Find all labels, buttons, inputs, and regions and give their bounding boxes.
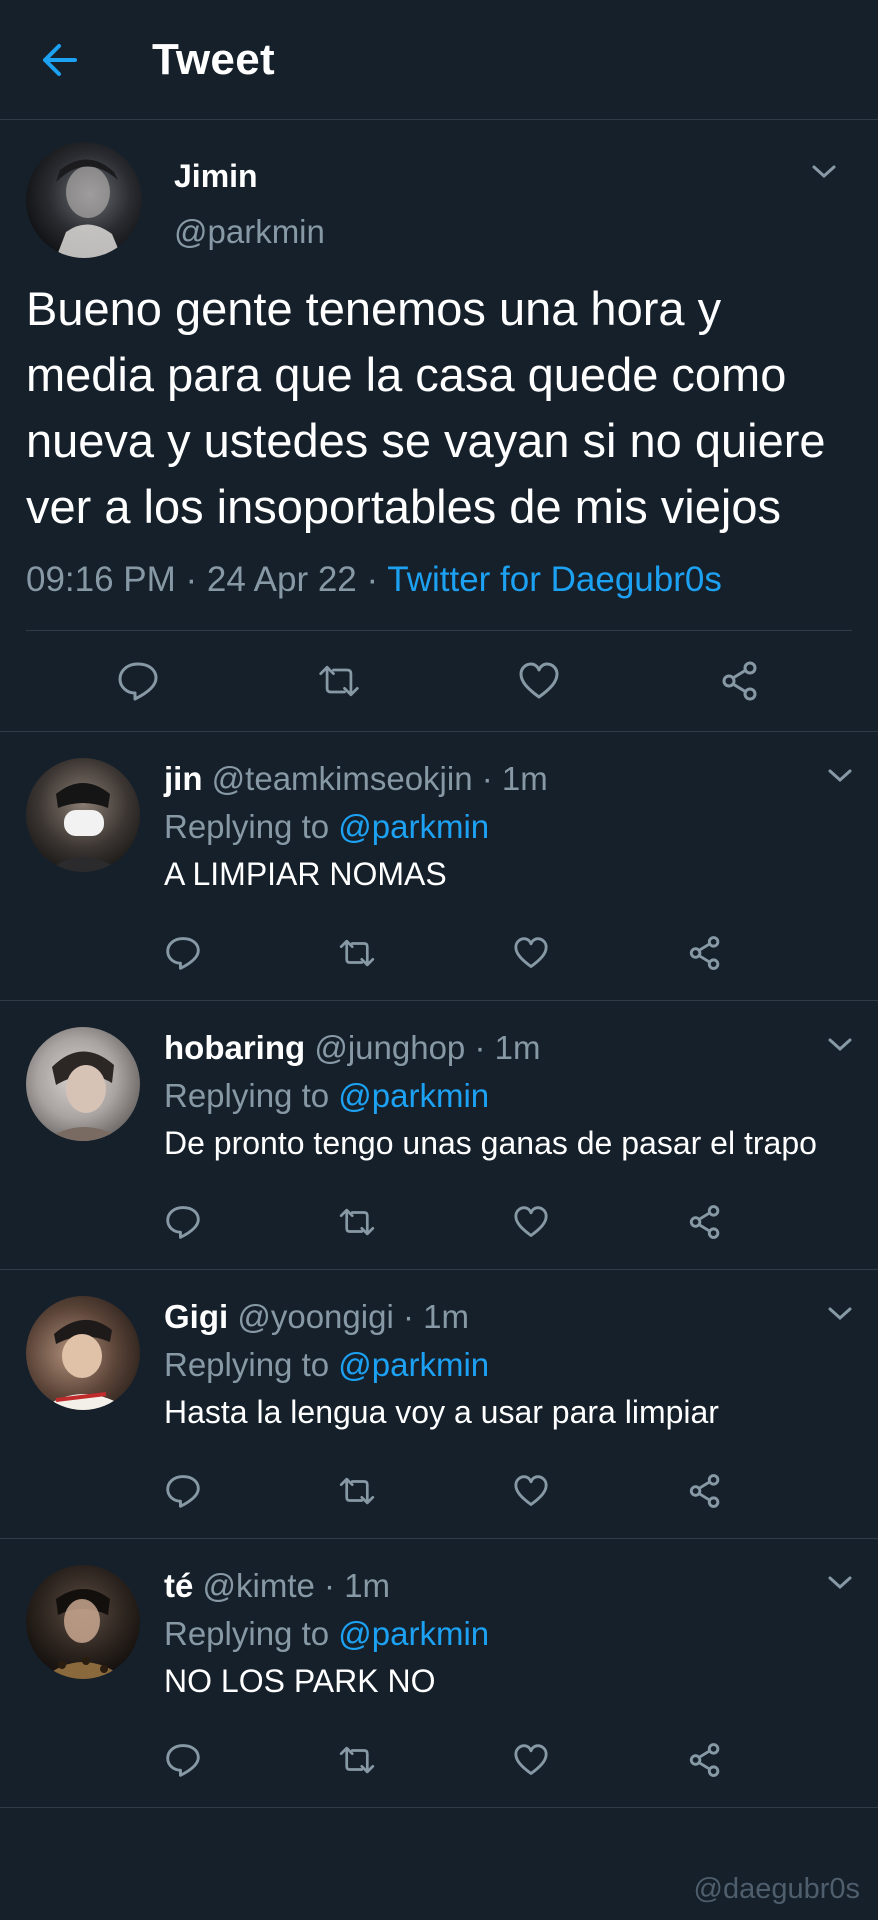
avatar[interactable] — [26, 1027, 140, 1141]
reply-tweet[interactable]: Gigi @yoongigi · 1m Replying to @parkmin… — [0, 1270, 878, 1539]
replying-to: Replying to @parkmin — [164, 1075, 852, 1117]
heart-icon[interactable] — [512, 1472, 550, 1510]
avatar[interactable] — [26, 758, 140, 872]
reply-author-name[interactable]: Gigi — [164, 1298, 228, 1335]
meta-separator: · — [175, 560, 207, 599]
separator-dot: · — [324, 1567, 336, 1604]
replying-prefix: Replying to — [164, 1077, 339, 1114]
separator-dot: · — [402, 1298, 414, 1335]
top-bar: Tweet — [0, 0, 878, 120]
replying-to: Replying to @parkmin — [164, 806, 852, 848]
reply-list: jin @teamkimseokjin · 1m Replying to @pa… — [0, 732, 878, 1808]
share-icon[interactable] — [686, 1741, 724, 1779]
mention-link[interactable]: @parkmin — [338, 1077, 489, 1114]
tweet-date: 24 Apr 22 — [206, 560, 357, 599]
reply-author-handle[interactable]: @yoongigi — [237, 1298, 393, 1335]
retweet-icon[interactable] — [317, 659, 361, 703]
page-title: Tweet — [152, 34, 275, 84]
reply-actions — [164, 910, 724, 1000]
reply-time: 1m — [501, 760, 548, 797]
separator-dot: · — [481, 760, 493, 797]
reply-tweet[interactable]: hobaring @junghop · 1m Replying to @park… — [0, 1001, 878, 1270]
avatar[interactable] — [26, 1296, 140, 1410]
replying-prefix: Replying to — [164, 1615, 339, 1652]
heart-icon[interactable] — [517, 659, 561, 703]
watermark: @daegubr0s — [693, 1873, 861, 1905]
main-tweet: Jimin @parkmin Bueno gente tenemos una h… — [0, 120, 878, 732]
replying-to: Replying to @parkmin — [164, 1344, 852, 1386]
reply-actions — [164, 1448, 724, 1538]
reply-author-handle[interactable]: @kimte — [203, 1567, 315, 1604]
reply-icon[interactable] — [164, 1203, 202, 1241]
chevron-down-icon[interactable] — [826, 766, 854, 786]
reply-tweet[interactable]: jin @teamkimseokjin · 1m Replying to @pa… — [0, 732, 878, 1001]
reply-time: 1m — [423, 1298, 469, 1335]
separator-dot: · — [474, 1029, 486, 1066]
reply-tweet[interactable]: té @kimte · 1m Replying to @parkmin NO L… — [0, 1539, 878, 1808]
retweet-icon[interactable] — [338, 1472, 376, 1510]
share-icon[interactable] — [686, 934, 724, 972]
reply-author-handle[interactable]: @junghop — [314, 1029, 465, 1066]
author-name[interactable]: Jimin — [174, 158, 325, 195]
heart-icon[interactable] — [512, 934, 550, 972]
replying-prefix: Replying to — [164, 808, 339, 845]
reply-icon[interactable] — [164, 1472, 202, 1510]
author-handle[interactable]: @parkmin — [174, 213, 325, 251]
reply-author-name[interactable]: té — [164, 1567, 193, 1604]
retweet-icon[interactable] — [338, 1741, 376, 1779]
chevron-down-icon[interactable] — [826, 1304, 854, 1324]
reply-text: NO LOS PARK NO — [164, 1663, 436, 1699]
avatar[interactable] — [26, 1565, 140, 1679]
reply-text: De pronto tengo unas ganas de pasar el t… — [164, 1125, 817, 1161]
mention-link[interactable]: @parkmin — [338, 1346, 489, 1383]
tweet-text: Bueno gente tenemos una hora y media par… — [26, 282, 826, 533]
reply-icon[interactable] — [164, 934, 202, 972]
back-arrow-icon[interactable] — [38, 39, 80, 81]
retweet-icon[interactable] — [338, 1203, 376, 1241]
reply-icon[interactable] — [164, 1741, 202, 1779]
reply-text: Hasta la lengua voy a usar para limpiar — [164, 1394, 719, 1430]
reply-actions — [164, 1179, 724, 1269]
tweet-time: 09:16 PM — [26, 560, 176, 599]
mention-link[interactable]: @parkmin — [338, 808, 489, 845]
share-icon[interactable] — [718, 659, 762, 703]
mention-link[interactable]: @parkmin — [338, 1615, 489, 1652]
reply-text: A LIMPIAR NOMAS — [164, 856, 447, 892]
replying-prefix: Replying to — [164, 1346, 339, 1383]
chevron-down-icon[interactable] — [826, 1035, 854, 1055]
share-icon[interactable] — [686, 1203, 724, 1241]
meta-separator: · — [356, 560, 388, 599]
reply-author-name[interactable]: hobaring — [164, 1029, 305, 1066]
share-icon[interactable] — [686, 1472, 724, 1510]
tweet-meta: 09:16 PM · 24 Apr 22 · Twitter for Daegu… — [26, 560, 852, 631]
reply-icon[interactable] — [116, 659, 160, 703]
heart-icon[interactable] — [512, 1203, 550, 1241]
chevron-down-icon[interactable] — [810, 162, 838, 182]
reply-actions — [164, 1717, 724, 1807]
reply-time: 1m — [494, 1029, 541, 1066]
reply-time: 1m — [344, 1567, 391, 1604]
reply-author-handle[interactable]: @teamkimseokjin — [212, 760, 473, 797]
replying-to: Replying to @parkmin — [164, 1613, 852, 1655]
reply-author-name[interactable]: jin — [164, 760, 203, 797]
tweet-actions — [26, 631, 852, 731]
avatar[interactable] — [26, 142, 142, 258]
chevron-down-icon[interactable] — [826, 1573, 854, 1593]
retweet-icon[interactable] — [338, 934, 376, 972]
tweet-source-link[interactable]: Twitter for Daegubr0s — [387, 560, 722, 599]
heart-icon[interactable] — [512, 1741, 550, 1779]
